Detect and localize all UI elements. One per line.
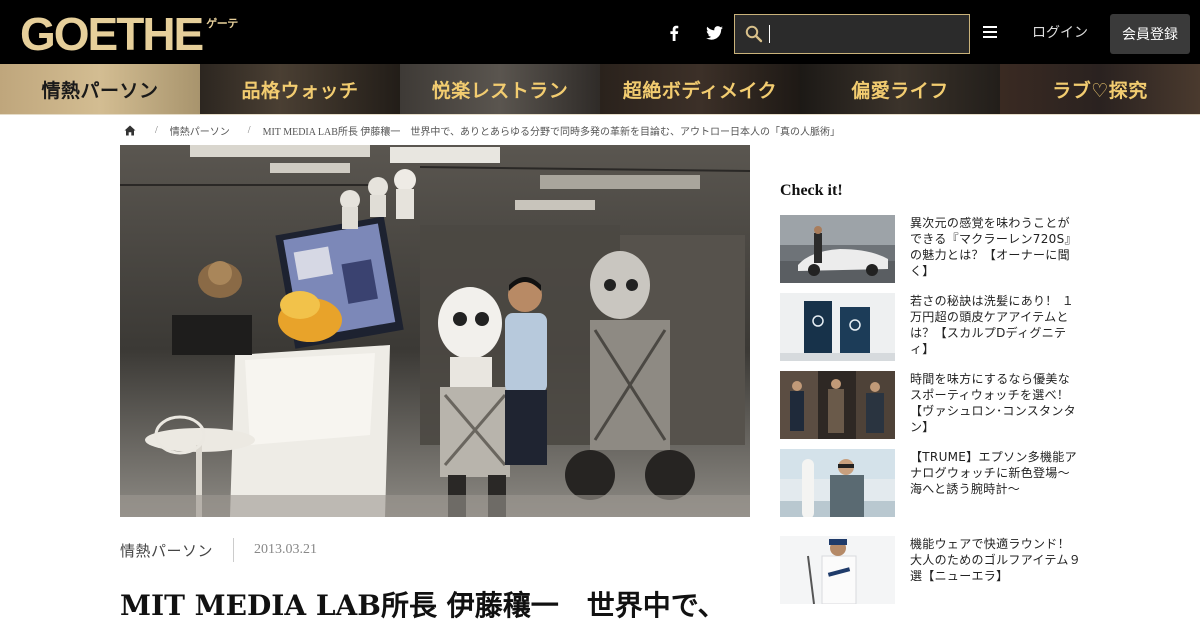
search-icon[interactable] [739,15,769,53]
sidebar-article-title[interactable]: 時間を味方にするなら優美なスポーティウォッチを選べ！【ヴァシュロン･コンスタンタ… [910,371,1082,435]
sidebar-article[interactable]: 時間を味方にするなら優美なスポーティウォッチを選べ！【ヴァシュロン･コンスタンタ… [780,371,1080,439]
breadcrumb: / 情熱パーソン / MIT MEDIA LAB所長 伊藤穰一 世界中で、ありと… [120,122,840,138]
menu-icon[interactable] [980,22,1000,42]
article-date: 2013.03.21 [254,542,318,557]
sidebar-article-title[interactable]: 【TRUME】エプソン多機能アナログウォッチに新色登場～海へと誘う腕時計～ [910,449,1082,497]
site-logo[interactable]: GOETHE ゲーテ [20,8,238,60]
nav-tab-passion-person[interactable]: 情熱パーソン [0,64,200,114]
sidebar-thumbnail[interactable] [780,536,895,604]
sidebar-article-title[interactable]: 若さの秘訣は洗髪にあり！ １万円超の頭皮ケアアイテムとは？【スカルプDディグニテ… [910,293,1082,357]
logo-subtext: ゲーテ [206,17,238,30]
category-nav: 情熱パーソン 品格ウォッチ 悦楽レストラン 超絶ボディメイク 偏愛ライフ ラブ♡… [0,64,1200,114]
article-title: MIT MEDIA LAB所長 伊藤穰一 世界中で、 [120,589,726,622]
sidebar-article-title[interactable]: 異次元の感覚を味わうことができる『マクラーレン720S』の魅力とは？【オーナーに… [910,215,1082,279]
logo-text: GOETHE [20,8,204,60]
breadcrumb-separator: / [155,124,158,136]
sidebar-thumbnail[interactable] [780,293,895,361]
nav-tab-watch[interactable]: 品格ウォッチ [200,64,400,114]
sidebar-article[interactable]: 【TRUME】エプソン多機能アナログウォッチに新色登場～海へと誘う腕時計～ [780,449,1080,517]
sidebar-heading: Check it! [780,182,843,199]
nav-tab-body-make[interactable]: 超絶ボディメイク [600,64,800,114]
login-link[interactable]: ログイン [1022,22,1098,42]
sidebar-article[interactable]: 若さの秘訣は洗髪にあり！ １万円超の頭皮ケアアイテムとは？【スカルプDディグニテ… [780,293,1080,361]
search-input[interactable] [770,19,960,49]
nav-divider [0,114,1200,115]
sidebar-article[interactable]: 機能ウェアで快適ラウンド！ 大人のためのゴルフアイテム９選【ニューエラ】 [780,536,1082,604]
site-header: GOETHE ゲーテ ログイン 会員登録 [0,0,1200,64]
breadcrumb-separator: / [247,124,251,136]
sidebar-thumbnail[interactable] [780,449,895,517]
breadcrumb-current: MIT MEDIA LAB所長 伊藤穰一 世界中で、ありとあらゆる分野で同時多発… [262,126,841,138]
article-hero-image [120,145,750,517]
meta-divider [233,538,235,562]
nav-tab-life[interactable]: 偏愛ライフ [800,64,1000,114]
sidebar-thumbnail[interactable] [780,215,895,283]
sidebar-article[interactable]: 異次元の感覚を味わうことができる『マクラーレン720S』の魅力とは？【オーナーに… [780,215,1080,283]
search-box[interactable] [734,14,970,54]
nav-tab-love[interactable]: ラブ♡探究 [1000,64,1200,114]
sidebar-thumbnail[interactable] [780,371,895,439]
twitter-icon[interactable] [703,22,725,44]
sidebar-article-title[interactable]: 機能ウェアで快適ラウンド！ 大人のためのゴルフアイテム９選【ニューエラ】 [910,536,1082,584]
home-icon[interactable] [123,123,137,137]
breadcrumb-category[interactable]: 情熱パーソン [170,123,230,138]
register-button[interactable]: 会員登録 [1110,14,1190,54]
article-meta: 情熱パーソン 2013.03.21 [120,538,317,562]
nav-tab-restaurant[interactable]: 悦楽レストラン [400,64,600,114]
facebook-icon[interactable] [663,22,685,44]
article-category[interactable]: 情熱パーソン [120,540,213,561]
